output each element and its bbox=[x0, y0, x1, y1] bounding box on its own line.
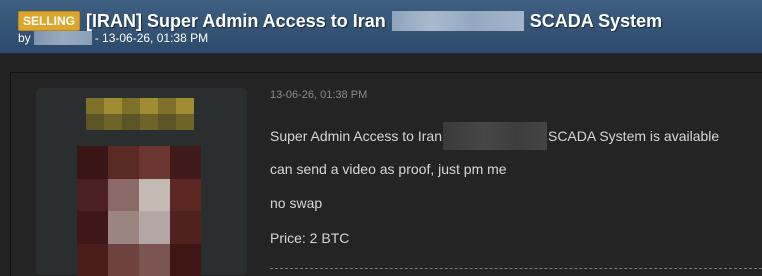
redacted-body-block bbox=[442, 122, 547, 150]
thread-header: SELLING [IRAN] Super Admin Access to Ira… bbox=[0, 0, 762, 54]
post-line-1: Super Admin Access to Iran SCADA System … bbox=[270, 122, 719, 150]
by-label: by bbox=[18, 31, 31, 45]
post-line-4: Price: 2 BTC bbox=[270, 230, 350, 246]
thread-date: - 13-06-26, 01:38 PM bbox=[94, 31, 209, 45]
thread-byline: by - 13-06-26, 01:38 PM bbox=[18, 31, 208, 45]
thread-title-part1[interactable]: [IRAN] Super Admin Access to Iran bbox=[86, 11, 386, 32]
avatar[interactable] bbox=[77, 146, 201, 276]
post-line-3: no swap bbox=[270, 195, 323, 211]
post-line-1-part2: SCADA System is available bbox=[547, 128, 720, 144]
thread-title-line: SELLING [IRAN] Super Admin Access to Ira… bbox=[18, 9, 662, 33]
post-line-1-part1: Super Admin Access to Iran bbox=[270, 128, 442, 144]
post-line-2: can send a video as proof, just pm me bbox=[270, 161, 507, 177]
signature-divider bbox=[270, 268, 762, 269]
post-date[interactable]: 13-06-26, 01:38 PM bbox=[270, 89, 367, 101]
redacted-username[interactable] bbox=[86, 98, 194, 130]
redacted-title-block bbox=[391, 11, 524, 31]
author-panel bbox=[36, 88, 247, 276]
selling-badge[interactable]: SELLING bbox=[18, 11, 81, 31]
thread-title-part2[interactable]: SCADA System bbox=[530, 11, 662, 32]
redacted-author-name[interactable] bbox=[33, 31, 92, 45]
